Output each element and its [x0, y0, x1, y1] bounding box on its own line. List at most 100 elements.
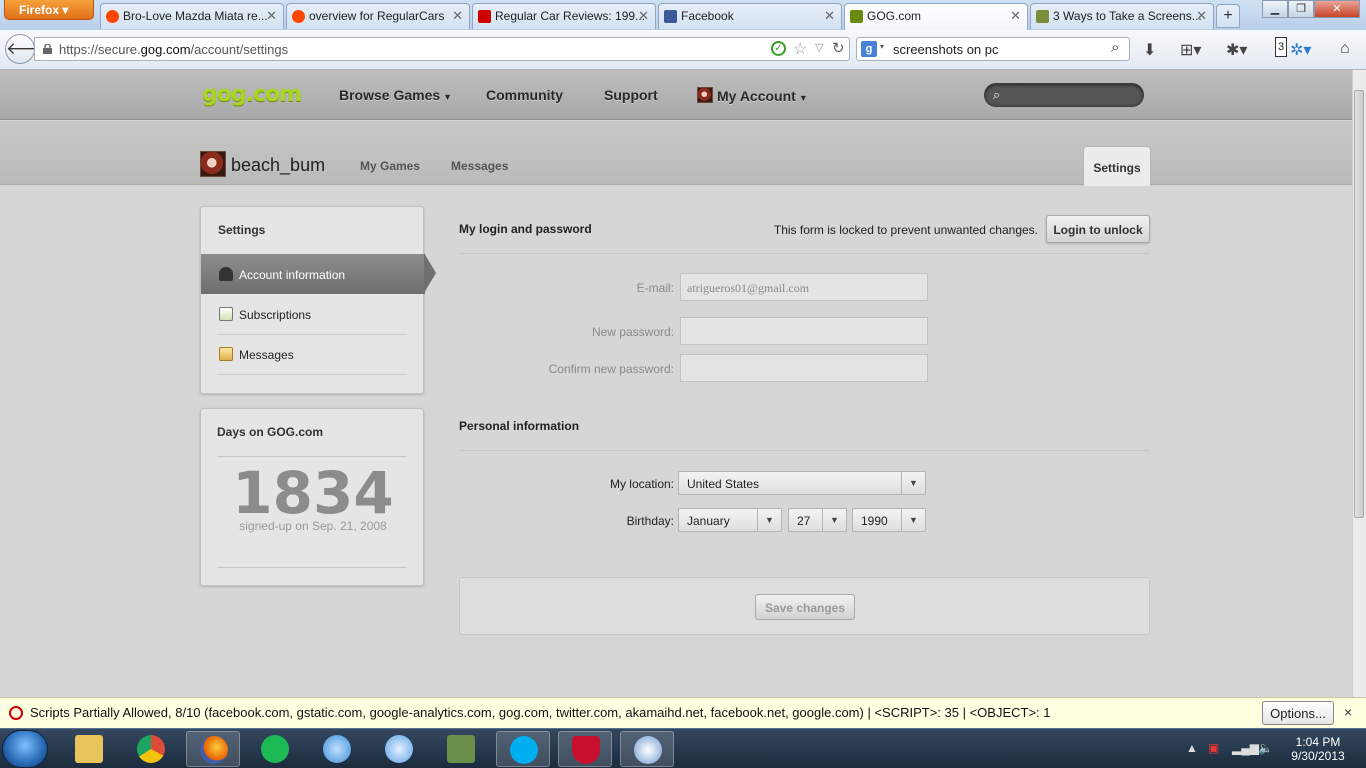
tab-label: Bro-Love Mazda Miata re...	[123, 9, 268, 23]
taskbar-thunderbird[interactable]	[310, 731, 364, 767]
history-dropdown-icon[interactable]: ▽	[815, 41, 823, 54]
google-search-engine-icon[interactable]: g	[861, 41, 877, 57]
tab-regularcars[interactable]: overview for RegularCars ✕	[286, 3, 470, 29]
community-link[interactable]: Community	[486, 87, 563, 103]
sidebar-item-messages[interactable]: Messages	[201, 334, 425, 374]
taskbar-updater[interactable]	[620, 731, 674, 767]
addon-network-icon[interactable]: ✲▾	[1290, 40, 1311, 60]
close-tab-icon[interactable]: ✕	[824, 8, 835, 24]
birthday-label: Birthday:	[626, 514, 674, 528]
taskbar-itunes[interactable]	[372, 731, 426, 767]
save-changes-button[interactable]: Save changes	[755, 594, 855, 620]
my-account-menu[interactable]: My Account ▼	[697, 87, 808, 104]
new-password-field[interactable]	[680, 317, 928, 345]
location-select[interactable]: United States ▼	[678, 471, 926, 495]
close-tab-icon[interactable]: ✕	[452, 8, 463, 24]
minimize-button[interactable]: ▁	[1262, 0, 1288, 18]
noscript-notification-bar: Scripts Partially Allowed, 8/10 (faceboo…	[0, 697, 1366, 728]
noscript-message: Scripts Partially Allowed, 8/10 (faceboo…	[30, 705, 1051, 720]
url-prefix: https://secure.	[59, 42, 141, 57]
firefox-icon	[200, 736, 228, 764]
login-to-unlock-button[interactable]: Login to unlock	[1046, 215, 1150, 243]
my-games-link[interactable]: My Games	[360, 159, 420, 173]
close-tab-icon[interactable]: ✕	[266, 8, 277, 24]
sidebar-item-account-information[interactable]: Account information	[201, 254, 425, 294]
search-bar[interactable]: g ▾ screenshots on pc ⌕	[856, 37, 1130, 61]
spotify-icon	[261, 735, 289, 763]
tab-bro-love[interactable]: Bro-Love Mazda Miata re... ✕	[100, 3, 284, 29]
taskbar-firefox[interactable]	[186, 731, 240, 767]
url-domain: gog.com	[140, 42, 191, 57]
start-button[interactable]	[2, 730, 48, 768]
close-icon[interactable]: ×	[1344, 704, 1352, 720]
tab-label: Facebook	[681, 9, 734, 23]
system-clock[interactable]: 1:04 PM 9/30/2013	[1282, 735, 1354, 763]
close-tab-icon[interactable]: ✕	[1196, 8, 1207, 24]
email-field[interactable]: atrigueros01@gmail.com	[680, 273, 928, 301]
close-tab-icon[interactable]: ✕	[638, 8, 649, 24]
personal-section-title: Personal information	[459, 419, 580, 433]
new-tab-button[interactable]: +	[1216, 4, 1240, 28]
taskbar-monitor-app[interactable]	[434, 731, 488, 767]
birth-month-select[interactable]: January ▼	[678, 508, 782, 532]
engine-dropdown-icon[interactable]: ▾	[880, 42, 884, 51]
taskbar-mcafee[interactable]	[558, 731, 612, 767]
bookmark-star-icon[interactable]: ☆	[793, 39, 807, 59]
settings-tab[interactable]: Settings	[1083, 146, 1151, 186]
url-bar[interactable]: https://secure.gog.com/account/settings …	[34, 37, 850, 61]
save-area: Save changes	[459, 577, 1150, 635]
taskbar-skype[interactable]	[496, 731, 550, 767]
firefox-menu-label: Firefox	[19, 3, 60, 17]
search-icon[interactable]: ⌕	[1111, 39, 1119, 56]
show-hidden-icons-icon[interactable]: ▲	[1186, 741, 1198, 755]
user-avatar	[200, 151, 226, 177]
taskbar-chrome[interactable]	[124, 731, 178, 767]
downloads-icon[interactable]: ⬇	[1143, 40, 1156, 60]
updater-icon	[634, 736, 662, 764]
counter-badge[interactable]: 3	[1275, 37, 1287, 57]
home-icon[interactable]: ⌂	[1340, 40, 1350, 58]
login-section-title: My login and password	[459, 222, 592, 236]
chevron-down-icon: ▼	[443, 92, 453, 102]
browse-games-menu[interactable]: Browse Games ▼	[339, 87, 452, 103]
reload-icon[interactable]: ↻	[832, 39, 845, 57]
bookmarks-menu-icon[interactable]: ⊞▾	[1180, 40, 1201, 60]
clock-time: 1:04 PM	[1295, 735, 1341, 749]
chevron-down-icon: ▼	[757, 509, 781, 531]
taskbar-spotify[interactable]	[248, 731, 302, 767]
gog-top-nav: gog.com Browse Games ▼ Community Support …	[0, 70, 1352, 120]
user-avatar-small	[697, 87, 713, 103]
tab-regular-car-reviews[interactable]: Regular Car Reviews: 199... ✕	[472, 3, 656, 29]
noscript-options-button[interactable]: Options...	[1262, 701, 1334, 725]
maximize-button[interactable]: ❐	[1288, 0, 1314, 18]
gog-logo[interactable]: gog.com	[202, 82, 302, 107]
sidebar-title: Settings	[218, 223, 266, 237]
birth-month-value: January	[687, 514, 730, 528]
site-search-input[interactable]: ⌕	[984, 83, 1144, 107]
network-icon[interactable]: ▂▄▆	[1232, 741, 1259, 755]
scrollbar-thumb[interactable]	[1354, 90, 1364, 518]
addon-bug-icon[interactable]: ✱▾	[1226, 40, 1247, 60]
close-window-button[interactable]: ✕	[1314, 0, 1360, 18]
support-link[interactable]: Support	[604, 87, 658, 103]
firefox-menu-button[interactable]: Firefox ▾	[4, 0, 94, 20]
sidebar-item-subscriptions[interactable]: Subscriptions	[201, 294, 425, 334]
birth-year-select[interactable]: 1990 ▼	[852, 508, 926, 532]
close-tab-icon[interactable]: ✕	[1010, 8, 1021, 24]
clock-date: 9/30/2013	[1291, 749, 1345, 763]
days-title: Days on GOG.com	[217, 425, 324, 439]
thunderbird-icon	[323, 735, 351, 763]
mcafee-shield-icon	[572, 736, 600, 764]
tab-gog[interactable]: GOG.com ✕	[844, 3, 1028, 30]
volume-icon[interactable]: 🔈	[1258, 741, 1273, 755]
tab-wikihow[interactable]: 3 Ways to Take a Screens... ✕	[1030, 3, 1214, 29]
security-tray-icon[interactable]: ▣	[1208, 741, 1219, 755]
taskbar-explorer[interactable]	[62, 731, 116, 767]
birth-day-select[interactable]: 27 ▼	[788, 508, 847, 532]
messages-link[interactable]: Messages	[451, 159, 508, 173]
back-button[interactable]: 🡐	[5, 34, 52, 64]
tab-facebook[interactable]: Facebook ✕	[658, 3, 842, 29]
newsletter-icon	[219, 307, 233, 321]
confirm-password-field[interactable]	[680, 354, 928, 382]
search-input[interactable]: screenshots on pc	[893, 42, 999, 57]
